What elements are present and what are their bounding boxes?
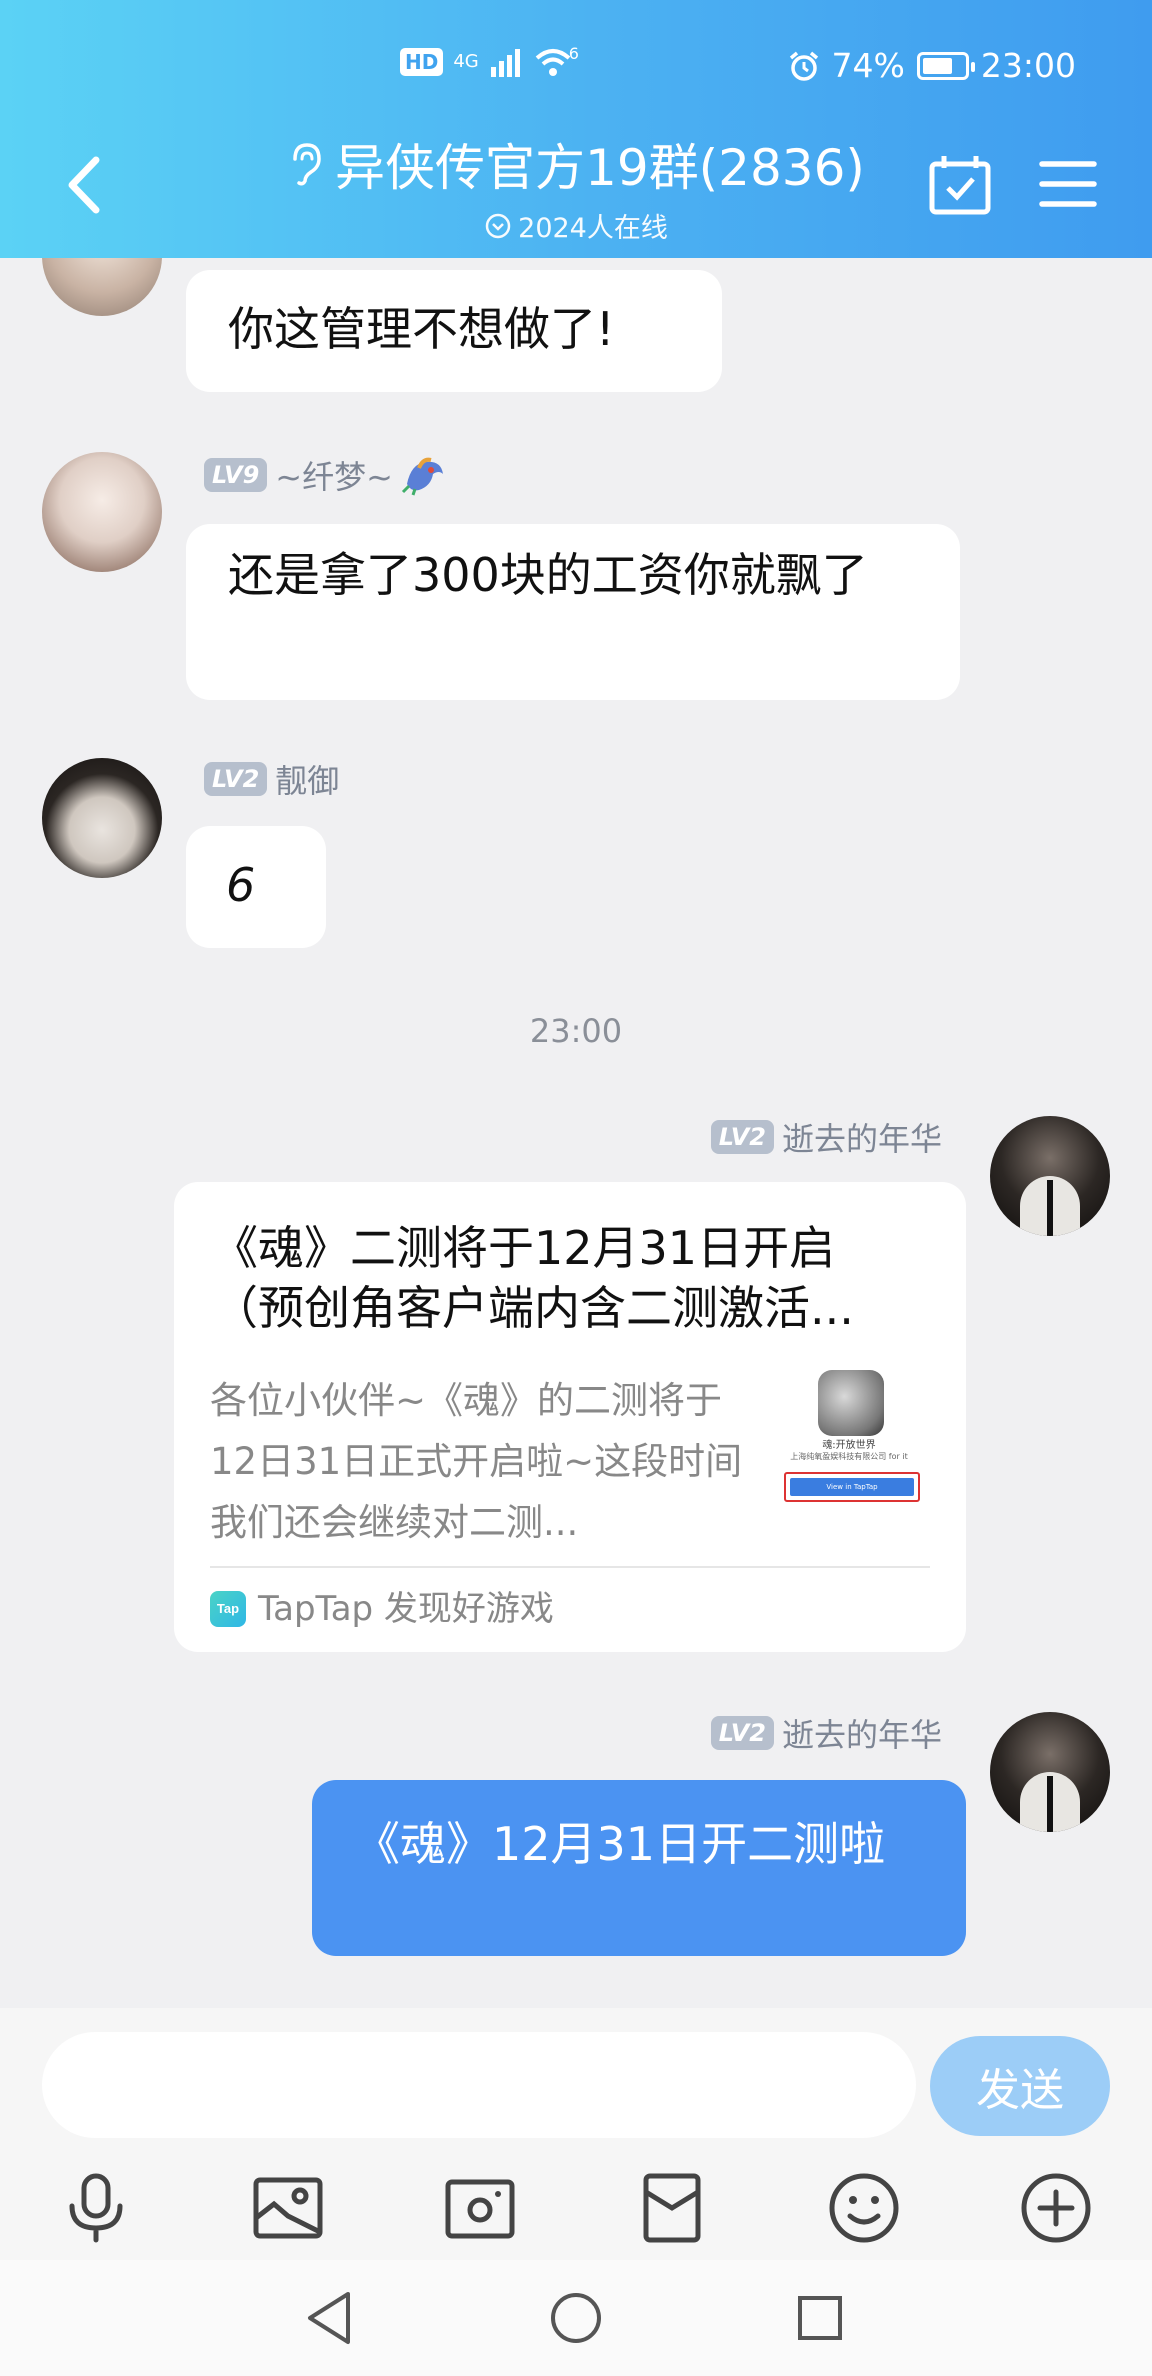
sender-name[interactable]: ~纤梦~ [275, 452, 393, 498]
card-thumbnail: 魂:开放世界 上海纯氧盈娱科技有限公司 for it View in TapTa… [774, 1368, 924, 1518]
status-time: 23:00 [980, 46, 1076, 85]
online-count-row: 2024人在线 [484, 206, 668, 245]
avatar[interactable] [42, 758, 162, 878]
battery-icon [916, 51, 975, 80]
ear-icon [293, 143, 321, 186]
sender-name[interactable]: 靓御 [275, 756, 339, 802]
image-icon[interactable] [248, 2168, 328, 2248]
thumb-view-label: View in TapTap [790, 1478, 914, 1496]
thumb-company: 上海纯氧盈娱科技有限公司 for it [790, 1452, 908, 1461]
message-bubble[interactable]: 还是拿了300块的工资你就飘了 [186, 524, 960, 700]
level-badge: LV2 [204, 762, 268, 796]
group-title-row: 异侠传官方19群(2836) [287, 128, 865, 200]
message-text: 还是拿了300块的工资你就飘了 [228, 548, 868, 602]
online-count: 2024人在线 [518, 213, 668, 244]
battery-percent: 74% [831, 46, 905, 85]
thumb-caption: 魂:开放世界 [822, 1440, 876, 1451]
message-timestamp: 23:00 [529, 1012, 623, 1050]
card-title: 《魂》二测将于12月31日开启（预创角客户端内含二测激活... [212, 1221, 854, 1335]
message-bubble[interactable]: 6 [186, 826, 326, 948]
message-bubble-self[interactable]: 《魂》12月31日开二测啦 [312, 1780, 966, 1956]
emoji-icon[interactable] [824, 2168, 904, 2248]
card-description: 各位小伙伴~《魂》的二测将于12日31日正式开启啦~这段时间我们还会继续对二测.… [210, 1379, 743, 1544]
level-badge: LV2 [710, 1716, 774, 1750]
avatar[interactable] [990, 1712, 1110, 1832]
message-text: 你这管理不想做了! [228, 302, 615, 356]
message-bubble[interactable]: 你这管理不想做了! [186, 270, 722, 392]
taptap-logo-icon: Tap [210, 1591, 246, 1627]
dragon-badge-icon [401, 457, 443, 496]
level-badge: LV2 [710, 1120, 774, 1154]
sender-info: LV2 逝去的年华 [710, 1710, 942, 1756]
system-nav-bar [0, 2260, 1152, 2376]
input-bar: 发送 [0, 2008, 1152, 2260]
alarm-icon [789, 51, 818, 81]
message-input[interactable] [42, 2032, 916, 2138]
wifi-icon [535, 49, 571, 76]
avatar[interactable] [42, 452, 162, 572]
menu-icon[interactable] [1038, 152, 1098, 216]
battery-fill [922, 57, 953, 74]
status-left: HD 4G 6 [400, 43, 579, 78]
level-badge: LV9 [204, 458, 268, 492]
chat-area[interactable]: 你这管理不想做了! LV9 ~纤梦~ 还是拿了300块的工资你就飘了 LV2 靓… [0, 258, 1152, 2008]
nav-home-icon[interactable] [546, 2288, 606, 2348]
sender-info: LV9 ~纤梦~ [204, 452, 447, 498]
sender-info: LV2 逝去的年华 [710, 1114, 942, 1160]
thumb-view-button: View in TapTap [784, 1472, 920, 1502]
chat-header: HD 4G 6 74% 23:00 异侠传官方19群(2836) 2024人在线 [0, 0, 1152, 258]
signal-icon [490, 49, 520, 77]
red-packet-icon[interactable] [632, 2168, 712, 2248]
camera-icon[interactable] [440, 2168, 520, 2248]
link-card[interactable]: 《魂》二测将于12月31日开启（预创角客户端内含二测激活... 各位小伙伴~《魂… [174, 1182, 966, 1652]
avatar[interactable] [42, 258, 162, 316]
card-source: Tap TapTap 发现好游戏 [210, 1580, 554, 1638]
chevron-circle-icon [485, 213, 511, 238]
status-bar: HD 4G 6 74% 23:00 [0, 43, 1152, 86]
sender-name[interactable]: 逝去的年华 [782, 1114, 942, 1160]
network-type: 4G [453, 51, 479, 72]
status-right: 74% 23:00 [788, 46, 1076, 85]
sender-name[interactable]: 逝去的年华 [782, 1710, 942, 1756]
group-title: 异侠传官方19群(2836) [335, 139, 865, 197]
nav-recents-icon[interactable] [790, 2288, 850, 2348]
hd-badge: HD [400, 48, 444, 76]
plus-icon[interactable] [1016, 2168, 1096, 2248]
calendar-check-icon[interactable] [928, 152, 992, 216]
wifi-label: 6 [568, 43, 579, 63]
app-icon [818, 1370, 884, 1436]
sender-info: LV2 靓御 [204, 756, 339, 802]
avatar[interactable] [990, 1116, 1110, 1236]
card-source-label: TapTap 发现好游戏 [258, 1589, 554, 1629]
microphone-icon[interactable] [56, 2168, 136, 2248]
send-button[interactable]: 发送 [930, 2036, 1110, 2136]
nav-back-icon[interactable] [300, 2288, 360, 2348]
message-text: 《魂》12月31日开二测啦 [354, 1817, 886, 1871]
message-text: 6 [226, 858, 256, 912]
card-divider [210, 1566, 930, 1568]
